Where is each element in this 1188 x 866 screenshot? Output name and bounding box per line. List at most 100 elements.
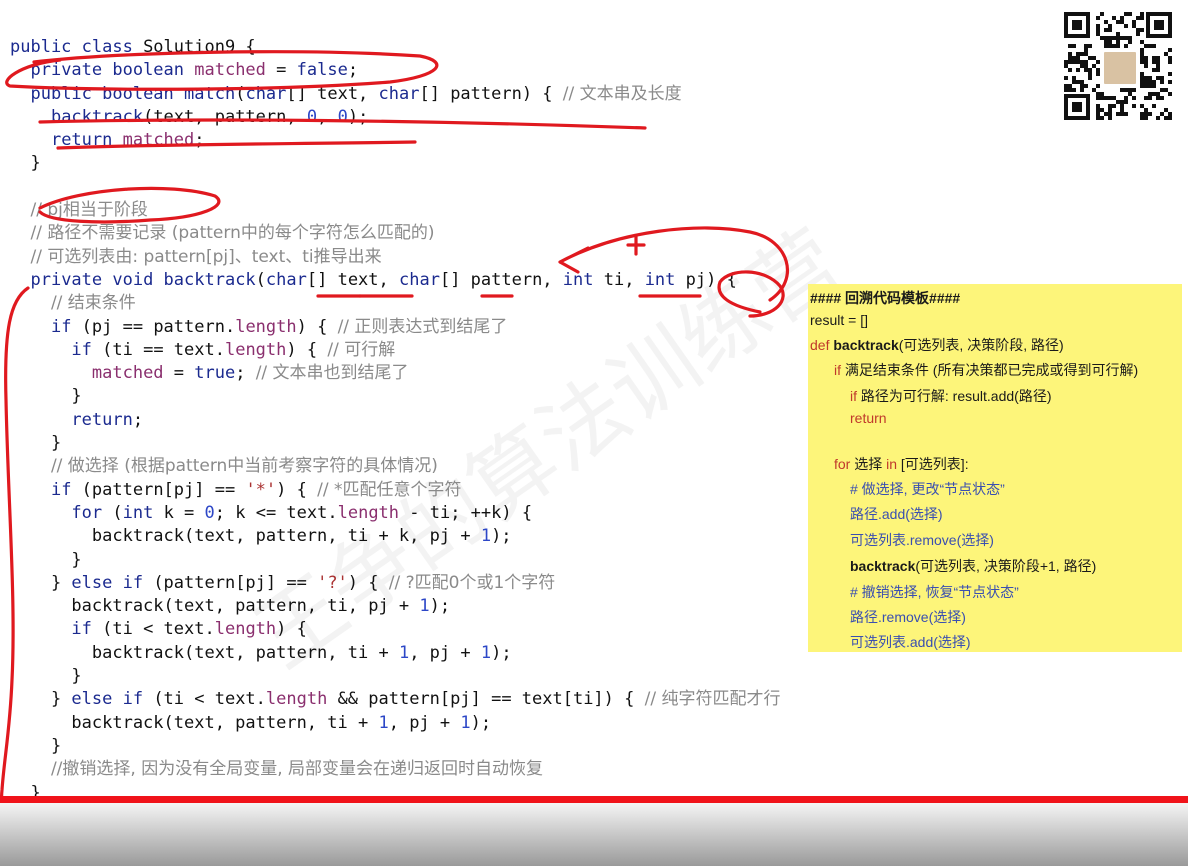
qr-module	[1168, 72, 1172, 76]
code-line: if (pj == pattern.length) { // 正则表达式到结尾了	[10, 316, 780, 339]
qr-module	[1152, 84, 1156, 88]
qr-module	[1064, 34, 1090, 38]
qr-module	[1064, 84, 1068, 88]
qr-module	[1124, 88, 1128, 92]
progress-line	[0, 796, 1188, 803]
qr-module	[1140, 116, 1144, 120]
qr-module	[1140, 60, 1144, 64]
note-recursive-call: backtrack(可选列表, 决策阶段+1, 路径)	[850, 556, 1096, 576]
qr-module	[1156, 68, 1160, 72]
qr-module	[1128, 88, 1132, 92]
code-token: // 正则表达式到结尾了	[337, 316, 508, 337]
qr-module	[1124, 100, 1128, 104]
qr-module	[1120, 36, 1124, 40]
qr-module	[1128, 40, 1132, 44]
qr-module	[1140, 56, 1144, 60]
qr-module	[1068, 52, 1072, 56]
qr-module	[1064, 76, 1068, 80]
code-line: // 可选列表由: pattern[pj]、text、ti推导出来	[10, 246, 780, 269]
qr-module	[1128, 36, 1132, 40]
code-token: // 可行解	[327, 339, 396, 360]
qr-module	[1140, 80, 1144, 84]
qr-module	[1128, 92, 1132, 96]
code-token: backtrack	[50, 106, 144, 127]
qr-module	[1132, 24, 1136, 28]
qr-module	[1116, 112, 1120, 116]
qr-module	[1100, 96, 1104, 100]
qr-module	[1168, 112, 1172, 116]
qr-module	[1084, 48, 1088, 52]
qr-module	[1116, 100, 1120, 104]
note-comment-choose: # 做选择, 更改“节点状态”	[850, 481, 1005, 497]
qr-module	[1136, 32, 1140, 36]
code-token: public class	[10, 37, 144, 57]
code-token: 1	[460, 712, 471, 733]
code-token: // 纯字符匹配才行	[644, 689, 781, 710]
code-token: [] text,	[306, 269, 399, 290]
qr-module	[1088, 68, 1092, 72]
footer-bar	[0, 803, 1188, 866]
code-token: // 文本串及长度	[562, 83, 682, 104]
qr-module	[1096, 96, 1100, 100]
code-token: return	[50, 130, 123, 151]
qr-module	[1116, 44, 1120, 48]
qr-module	[1148, 84, 1152, 88]
qr-module	[1154, 20, 1164, 30]
code-token: int	[122, 502, 164, 523]
call-name: backtrack	[850, 558, 916, 574]
code-token: , pj +	[409, 642, 481, 663]
code-token: char	[399, 269, 440, 290]
qr-module	[1108, 104, 1112, 108]
code-line: //撤销选择, 因为没有全局变量, 局部变量会在递归返回时自动恢复	[10, 758, 780, 781]
code-line: if (ti < text.length) {	[10, 618, 780, 641]
qr-module	[1132, 88, 1136, 92]
qr-module	[1156, 64, 1160, 68]
code-token: }	[10, 549, 82, 570]
code-token: matched	[194, 60, 277, 81]
qr-module	[1108, 96, 1112, 100]
qr-module	[1104, 44, 1108, 48]
qr-module	[1168, 60, 1172, 64]
code-token: match	[184, 83, 236, 104]
qr-module	[1072, 88, 1076, 92]
qr-module	[1080, 60, 1084, 64]
qr-module	[1148, 112, 1152, 116]
qr-module	[1084, 44, 1088, 48]
code-token: }	[10, 153, 41, 174]
qr-module	[1104, 40, 1108, 44]
code-line: // 做选择 (根据pattern中当前考察字符的具体情况)	[10, 455, 780, 478]
qr-module	[1100, 36, 1104, 40]
qr-module	[1156, 116, 1160, 120]
code-token: // 路径不需要记录 (pattern中的每个字符怎么匹配的)	[30, 223, 435, 244]
qr-module	[1112, 44, 1116, 48]
qr-module	[1088, 72, 1092, 76]
code-token: if	[50, 316, 82, 337]
qr-module	[1164, 88, 1168, 92]
code-line: }	[10, 152, 780, 175]
qr-module	[1072, 102, 1082, 112]
code-line: backtrack(text, pattern, ti, pj + 1);	[10, 595, 780, 618]
qr-module	[1108, 36, 1112, 40]
qr-module	[1072, 60, 1076, 64]
qr-module	[1120, 112, 1124, 116]
qr-module	[1164, 52, 1168, 56]
note-comment-undo: # 撤销选择, 恢复“节点状态”	[850, 584, 1019, 600]
qr-module	[1080, 80, 1084, 84]
qr-module	[1160, 112, 1164, 116]
code-token: char	[265, 269, 307, 290]
code-token: backtrack(text, pattern, ti + k, pj +	[10, 526, 481, 547]
code-token: 1	[378, 712, 389, 733]
note-if-line: if 满足结束条件 (所有决策都已完成或得到可行解)	[834, 360, 1138, 380]
qr-module	[1140, 104, 1144, 108]
code-token: //撤销选择, 因为没有全局变量, 局部变量会在递归返回时自动恢复	[50, 759, 544, 780]
code-line: matched = true; // 文本串也到结尾了	[10, 362, 780, 385]
code-token: }	[10, 689, 72, 710]
qr-module	[1144, 56, 1148, 60]
qr-module	[1100, 108, 1104, 112]
